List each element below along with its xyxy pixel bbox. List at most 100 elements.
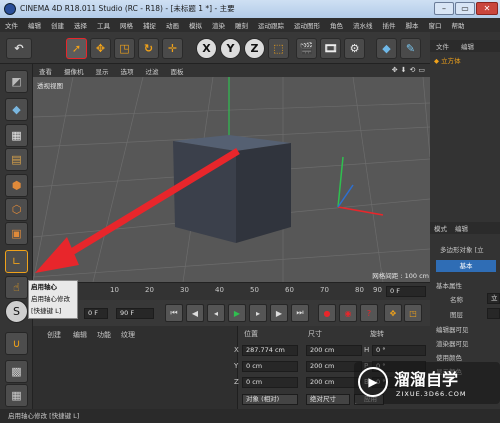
position-y-field[interactable]: 0 cm: [242, 361, 298, 372]
menu-simulate[interactable]: 模拟: [184, 20, 207, 30]
menu-mesh[interactable]: 网格: [115, 20, 138, 30]
menu-character[interactable]: 角色: [325, 20, 348, 30]
keyframe-selection-icon[interactable]: ?: [360, 304, 378, 322]
viewport-menu-display[interactable]: 显示: [90, 66, 115, 76]
attr-menu-edit[interactable]: 编辑: [451, 223, 472, 233]
menu-file[interactable]: 文件: [0, 20, 23, 30]
viewport-menu-camera[interactable]: 摄像机: [58, 66, 90, 76]
maximize-button[interactable]: ▭: [455, 2, 475, 15]
timeline-ruler[interactable]: 0 10 20 30 40 50 60 70 80 90 0 F: [33, 282, 430, 300]
menu-tools[interactable]: 工具: [92, 20, 115, 30]
y-axis-lock-button[interactable]: Y: [220, 38, 241, 59]
perspective-viewport[interactable]: 查看 摄像机 显示 选项 过滤 面板 ✥⬇⟲▭ 透视视图 网格间距 : 100 …: [33, 64, 430, 282]
grid-lock-icon[interactable]: ▦: [5, 384, 28, 407]
menu-render[interactable]: 渲染: [207, 20, 230, 30]
cube-primitive-icon[interactable]: ◆: [376, 38, 397, 59]
size-mode-select[interactable]: 绝对尺寸: [306, 394, 350, 405]
play-icon[interactable]: ▶: [228, 304, 246, 322]
tab-basic[interactable]: 基本: [436, 260, 496, 272]
rotation-h-field[interactable]: 0 °: [372, 345, 426, 356]
material-manager[interactable]: 创建 编辑 功能 纹理: [33, 326, 238, 409]
x-axis-lock-button[interactable]: X: [196, 38, 217, 59]
menu-motion-tracker[interactable]: 运动跟踪: [253, 20, 289, 30]
om-menu-file[interactable]: 文件: [430, 41, 455, 51]
snap-icon[interactable]: S: [5, 300, 28, 323]
size-x-field[interactable]: 200 cm: [306, 345, 362, 356]
menu-plugins[interactable]: 插件: [378, 20, 401, 30]
scale-key-icon[interactable]: ◳: [404, 304, 422, 322]
edges-mode-icon[interactable]: ⬡: [5, 198, 28, 221]
menu-create[interactable]: 创建: [46, 20, 69, 30]
polygons-mode-icon[interactable]: ▣: [5, 222, 28, 245]
menu-edit[interactable]: 编辑: [23, 20, 46, 30]
menu-mograph[interactable]: 运动图形: [289, 20, 325, 30]
render-visible-label[interactable]: 渲染器可见: [436, 338, 500, 348]
points-mode-icon[interactable]: ⬢: [5, 174, 28, 197]
workplane-icon[interactable]: ▩: [5, 360, 28, 383]
attr-menu-mode[interactable]: 模式: [430, 223, 451, 233]
material-menu-create[interactable]: 创建: [47, 330, 61, 340]
viewport-menu-options[interactable]: 选项: [115, 66, 140, 76]
om-menu-edit[interactable]: 编辑: [455, 41, 480, 51]
viewport-menu-panel[interactable]: 面板: [165, 66, 190, 76]
previous-frame-icon[interactable]: ◂: [207, 304, 225, 322]
menu-window[interactable]: 窗口: [424, 20, 447, 30]
menu-sculpt[interactable]: 雕刻: [230, 20, 253, 30]
render-settings-icon[interactable]: ⚙: [344, 38, 365, 59]
autokey-icon[interactable]: ◉: [339, 304, 357, 322]
recent-tool-icon[interactable]: ✛: [162, 38, 183, 59]
scale-icon[interactable]: ◳: [114, 38, 135, 59]
texture-mode-icon[interactable]: ▦: [5, 124, 28, 147]
viewport-menu-view[interactable]: 查看: [33, 66, 58, 76]
render-view-icon[interactable]: 🎬: [296, 38, 317, 59]
render-picture-viewer-icon[interactable]: 🎞: [320, 38, 341, 59]
go-to-start-icon[interactable]: ⏮: [165, 304, 183, 322]
material-menu-function[interactable]: 功能: [97, 330, 111, 340]
rotate-icon[interactable]: ↻: [138, 38, 159, 59]
position-z-field[interactable]: 0 cm: [242, 377, 298, 388]
coordinate-system-icon[interactable]: ⬚: [268, 38, 289, 59]
minimize-button[interactable]: –: [434, 2, 454, 15]
live-select-icon[interactable]: ➚: [66, 38, 87, 59]
next-key-icon[interactable]: ▶: [270, 304, 288, 322]
viewport-menu-filter[interactable]: 过滤: [140, 66, 165, 76]
cube-side-face[interactable]: [236, 143, 291, 243]
position-x-field[interactable]: 287.774 cm: [242, 345, 298, 356]
make-editable-icon[interactable]: ◩: [5, 70, 28, 93]
menu-pipeline[interactable]: 流水线: [348, 20, 378, 30]
grid-spacing-label: 网格间距 : 100 cm: [372, 272, 429, 280]
next-frame-icon[interactable]: ▸: [249, 304, 267, 322]
menu-script[interactable]: 脚本: [401, 20, 424, 30]
magnet-icon[interactable]: ∪: [5, 332, 28, 355]
material-menu-edit[interactable]: 编辑: [73, 330, 87, 340]
tweak-mode-icon[interactable]: ☝: [5, 276, 28, 299]
menu-help[interactable]: 帮助: [447, 20, 470, 30]
current-frame-field[interactable]: 0 F: [386, 286, 426, 297]
position-key-icon[interactable]: ✥: [384, 304, 402, 322]
menu-snap[interactable]: 捕捉: [138, 20, 161, 30]
undo-icon[interactable]: ↶: [6, 38, 32, 59]
viewport-nav-icons[interactable]: ✥⬇⟲▭: [368, 66, 428, 75]
use-color-label[interactable]: 使用颜色: [436, 352, 500, 362]
workplane-mode-icon[interactable]: ▤: [5, 148, 28, 171]
layer-field[interactable]: [487, 308, 500, 319]
pen-spline-icon[interactable]: ✎: [400, 38, 421, 59]
move-icon[interactable]: ✥: [90, 38, 111, 59]
menu-select[interactable]: 选择: [69, 20, 92, 30]
record-keys-icon[interactable]: ●: [318, 304, 336, 322]
menu-animate[interactable]: 动画: [161, 20, 184, 30]
end-frame-field[interactable]: 90 F: [116, 308, 154, 319]
close-button[interactable]: ✕: [476, 2, 498, 15]
enable-axis-icon[interactable]: ∟: [5, 250, 28, 273]
material-menu-texture[interactable]: 纹理: [121, 330, 135, 340]
go-to-end-icon[interactable]: ⏭: [291, 304, 309, 322]
coordinate-mode-select[interactable]: 对象 (相对): [242, 394, 298, 405]
object-x-axis-handle[interactable]: [337, 206, 384, 216]
model-mode-icon[interactable]: ◆: [5, 98, 28, 121]
object-list-item-cube[interactable]: ◆ 立方体: [434, 55, 500, 66]
z-axis-lock-button[interactable]: Z: [244, 38, 265, 59]
editor-visible-label[interactable]: 编辑器可见: [436, 324, 500, 334]
previous-key-icon[interactable]: ◀: [186, 304, 204, 322]
start-frame-field[interactable]: 0 F: [84, 308, 108, 319]
name-field[interactable]: 立: [487, 293, 500, 304]
